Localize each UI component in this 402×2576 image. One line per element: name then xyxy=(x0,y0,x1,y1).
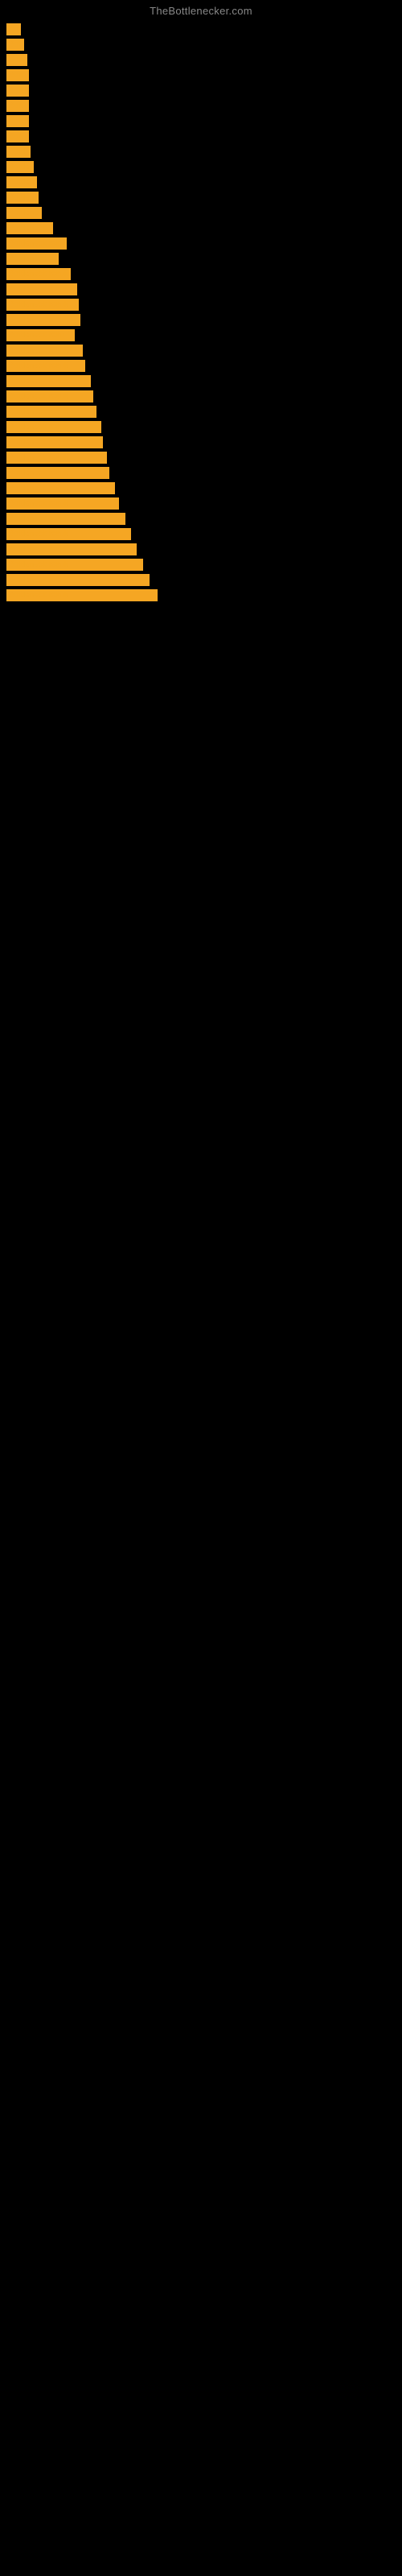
bar-row: Bottleneck result xyxy=(6,312,396,328)
bar-row: Bottleneck result xyxy=(6,404,396,419)
bar-label: Bottleneck result xyxy=(6,299,79,311)
bar-label: Bottleneck re xyxy=(6,253,59,265)
bar-label: Bottleneck result xyxy=(6,268,71,280)
bar-label: Bottleneck result xyxy=(6,421,101,433)
bar-label: Bottleneck result xyxy=(6,528,131,540)
bar-row: Bottleneck re xyxy=(6,251,396,266)
bar-row: Bottlen xyxy=(6,175,396,190)
site-title: TheBottlenecker.com xyxy=(0,0,402,20)
bar-row: Bottleneck result xyxy=(6,282,396,297)
bar-row: Bott xyxy=(6,129,396,144)
bar-row: Bottleneck result xyxy=(6,435,396,450)
bar-label: Bot xyxy=(6,39,24,51)
bar-row: Bottleneck result xyxy=(6,572,396,588)
bar-row: Bottle xyxy=(6,159,396,175)
bar-label: Bott xyxy=(6,130,29,142)
bar-row: Bottlen xyxy=(6,190,396,205)
bar-row: Bottleneck result xyxy=(6,374,396,389)
bar-row: Bott xyxy=(6,52,396,68)
bar-row: Bottleneck result xyxy=(6,358,396,374)
bar-row: Bottleneck result xyxy=(6,526,396,542)
bar-row: Bottleneck result xyxy=(6,266,396,282)
bar-row: Bottleneck result xyxy=(6,450,396,465)
bar-row: Bott xyxy=(6,83,396,98)
bar-label: Bottleneck result xyxy=(6,345,83,357)
bar-label: Bottleneck resu xyxy=(6,329,75,341)
bar-label: Bottleneck result xyxy=(6,360,85,372)
bar-label: Bottleneck result xyxy=(6,467,109,479)
bar-row: Bottleneck result xyxy=(6,419,396,435)
bar-label: Bott xyxy=(6,69,29,81)
bar-label: Bottleneck result xyxy=(6,452,107,464)
bar-row: Bott xyxy=(6,68,396,83)
bar-row: Bottleneck result xyxy=(6,236,396,251)
bar-label: Bott xyxy=(6,85,29,97)
bar-label: Bottlen xyxy=(6,176,37,188)
bar-label: Bottleneck result xyxy=(6,589,158,601)
bar-row: Bottleneck result xyxy=(6,389,396,404)
bar-row: Bottleneck result xyxy=(6,496,396,511)
bar-row: Bottleneck result xyxy=(6,465,396,481)
bar-label: Bottl xyxy=(6,146,31,158)
bar-row: Bottleneck result xyxy=(6,343,396,358)
bar-row: Bottleneck result xyxy=(6,511,396,526)
chart-area: Bo Bot Bott Bott Bott Bott Bott Bott Bottl Bottle… xyxy=(0,20,402,605)
bar-row: Bottlene xyxy=(6,205,396,221)
bar-label: Bottleneck result xyxy=(6,406,96,418)
bar-label: Bottleneck result xyxy=(6,390,93,402)
bar-row: Bott xyxy=(6,98,396,114)
bar-label: Bottleneck result xyxy=(6,559,143,571)
bar-label: Bott xyxy=(6,54,27,66)
bar-label: Bottleneck result xyxy=(6,482,115,494)
bar-row: Bottleneck r xyxy=(6,221,396,236)
bar-label: Bottleneck result xyxy=(6,574,150,586)
bar-row: Bottleneck resu xyxy=(6,328,396,343)
bar-label: Bo xyxy=(6,23,21,35)
bar-label: Bottlene xyxy=(6,207,42,219)
bar-label: Bottleneck result xyxy=(6,283,77,295)
bar-row: Bot xyxy=(6,37,396,52)
bar-label: Bottleneck result xyxy=(6,237,67,250)
bar-label: Bottleneck result xyxy=(6,314,80,326)
bar-label: Bottleneck result xyxy=(6,543,137,555)
bar-row: Bottleneck result xyxy=(6,297,396,312)
bar-label: Bottleneck result xyxy=(6,513,125,525)
bar-row: Bo xyxy=(6,22,396,37)
bar-row: Bottleneck result xyxy=(6,481,396,496)
bar-label: Bottleneck result xyxy=(6,436,103,448)
bar-row: Bottleneck result xyxy=(6,542,396,557)
bar-label: Bottleneck r xyxy=(6,222,53,234)
bar-row: Bottleneck result xyxy=(6,588,396,603)
bar-row: Bott xyxy=(6,114,396,129)
bar-label: Bottlen xyxy=(6,192,39,204)
bar-row: Bottleneck result xyxy=(6,557,396,572)
bar-label: Bottleneck result xyxy=(6,375,91,387)
bar-label: Bottleneck result xyxy=(6,497,119,510)
bar-label: Bottle xyxy=(6,161,34,173)
bar-label: Bott xyxy=(6,115,29,127)
bar-row: Bottl xyxy=(6,144,396,159)
bar-label: Bott xyxy=(6,100,29,112)
